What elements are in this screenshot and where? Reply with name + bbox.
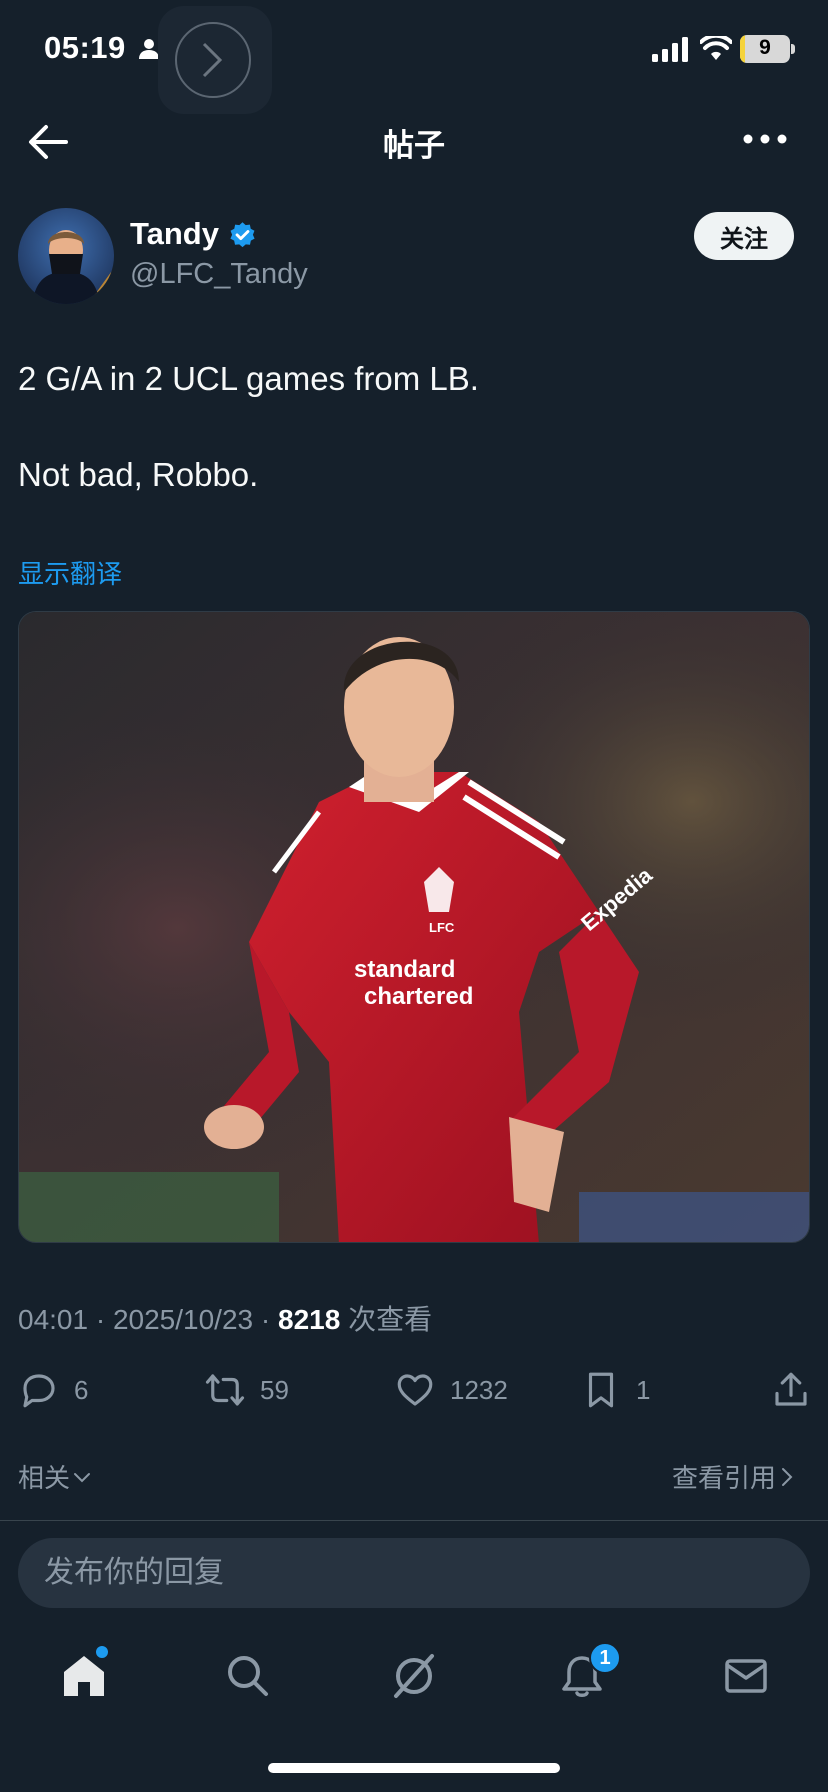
- battery-level: 9: [759, 36, 771, 59]
- verified-badge-icon: [230, 222, 255, 248]
- view-quotes-label: 查看引用: [671, 1463, 776, 1493]
- notifications-badge: 1: [589, 1642, 621, 1674]
- bookmark-count: 1: [636, 1374, 651, 1405]
- show-translation-link[interactable]: 显示翻译: [18, 554, 122, 591]
- post-date: 2025/10/23: [112, 1304, 254, 1335]
- reply-input[interactable]: [18, 1538, 810, 1608]
- post-time: 04:01: [18, 1304, 89, 1335]
- reply-count: 6: [74, 1374, 89, 1405]
- view-count: 8218: [278, 1304, 341, 1335]
- follow-button[interactable]: 关注: [694, 212, 794, 260]
- reply-action[interactable]: 6: [18, 1368, 88, 1412]
- forward-bubble[interactable]: [158, 6, 272, 114]
- wifi-icon: [700, 36, 732, 60]
- chevron-right-icon: [202, 42, 223, 78]
- search-icon[interactable]: [222, 1650, 274, 1702]
- status-time: 05:19: [44, 30, 126, 65]
- share-action[interactable]: [770, 1368, 826, 1412]
- repost-count: 59: [260, 1374, 289, 1405]
- like-action[interactable]: 1232: [394, 1368, 508, 1412]
- related-label: 相关: [18, 1463, 71, 1493]
- meta-separator-2: ·: [253, 1304, 278, 1335]
- battery-indicator: 9: [740, 35, 790, 63]
- author-name[interactable]: Tandy: [130, 216, 219, 252]
- chevron-down-icon: [74, 1472, 91, 1482]
- home-unread-dot: [96, 1646, 108, 1658]
- meta-separator: ·: [88, 1304, 113, 1335]
- crest-text: LFC: [429, 920, 455, 935]
- avatar[interactable]: [18, 208, 114, 304]
- divider: [0, 1520, 828, 1521]
- avatar-image: [18, 208, 114, 304]
- bookmark-icon: [588, 1372, 614, 1408]
- repost-icon: [205, 1374, 245, 1406]
- post-text-line-1: 2 G/A in 2 UCL games from LB.: [18, 360, 479, 397]
- person-icon: [139, 39, 159, 59]
- author-handle[interactable]: @LFC_Tandy: [130, 258, 308, 291]
- view-label: 次查看: [340, 1304, 433, 1335]
- more-options-icon[interactable]: [740, 124, 790, 154]
- reply-icon: [23, 1374, 55, 1408]
- page-title: 帖子: [383, 128, 445, 163]
- chevron-right-icon: [782, 1467, 793, 1486]
- bookmark-action[interactable]: 1: [580, 1368, 650, 1412]
- home-indicator: [268, 1763, 560, 1773]
- player-photo: standard chartered LFC Expedia: [19, 612, 809, 1242]
- post-meta: 04:01 · 2025/10/23 · 8218 次查看: [18, 1298, 432, 1338]
- post-text-line-2: Not bad, Robbo.: [18, 456, 259, 493]
- post-image[interactable]: standard chartered LFC Expedia: [18, 611, 810, 1243]
- sponsor-text-1: standard: [354, 956, 455, 983]
- messages-mail-icon[interactable]: [720, 1650, 772, 1702]
- related-dropdown[interactable]: 相关: [18, 1458, 94, 1495]
- share-icon: [775, 1372, 807, 1406]
- repost-action[interactable]: 59: [204, 1368, 289, 1412]
- grok-icon[interactable]: [388, 1650, 440, 1702]
- view-quotes-link[interactable]: 查看引用: [672, 1458, 798, 1495]
- signal-icon: [652, 37, 688, 62]
- battery-nub: [791, 44, 795, 54]
- sponsor-text-2: chartered: [364, 983, 473, 1010]
- like-count: 1232: [450, 1374, 508, 1405]
- heart-icon: [397, 1374, 433, 1406]
